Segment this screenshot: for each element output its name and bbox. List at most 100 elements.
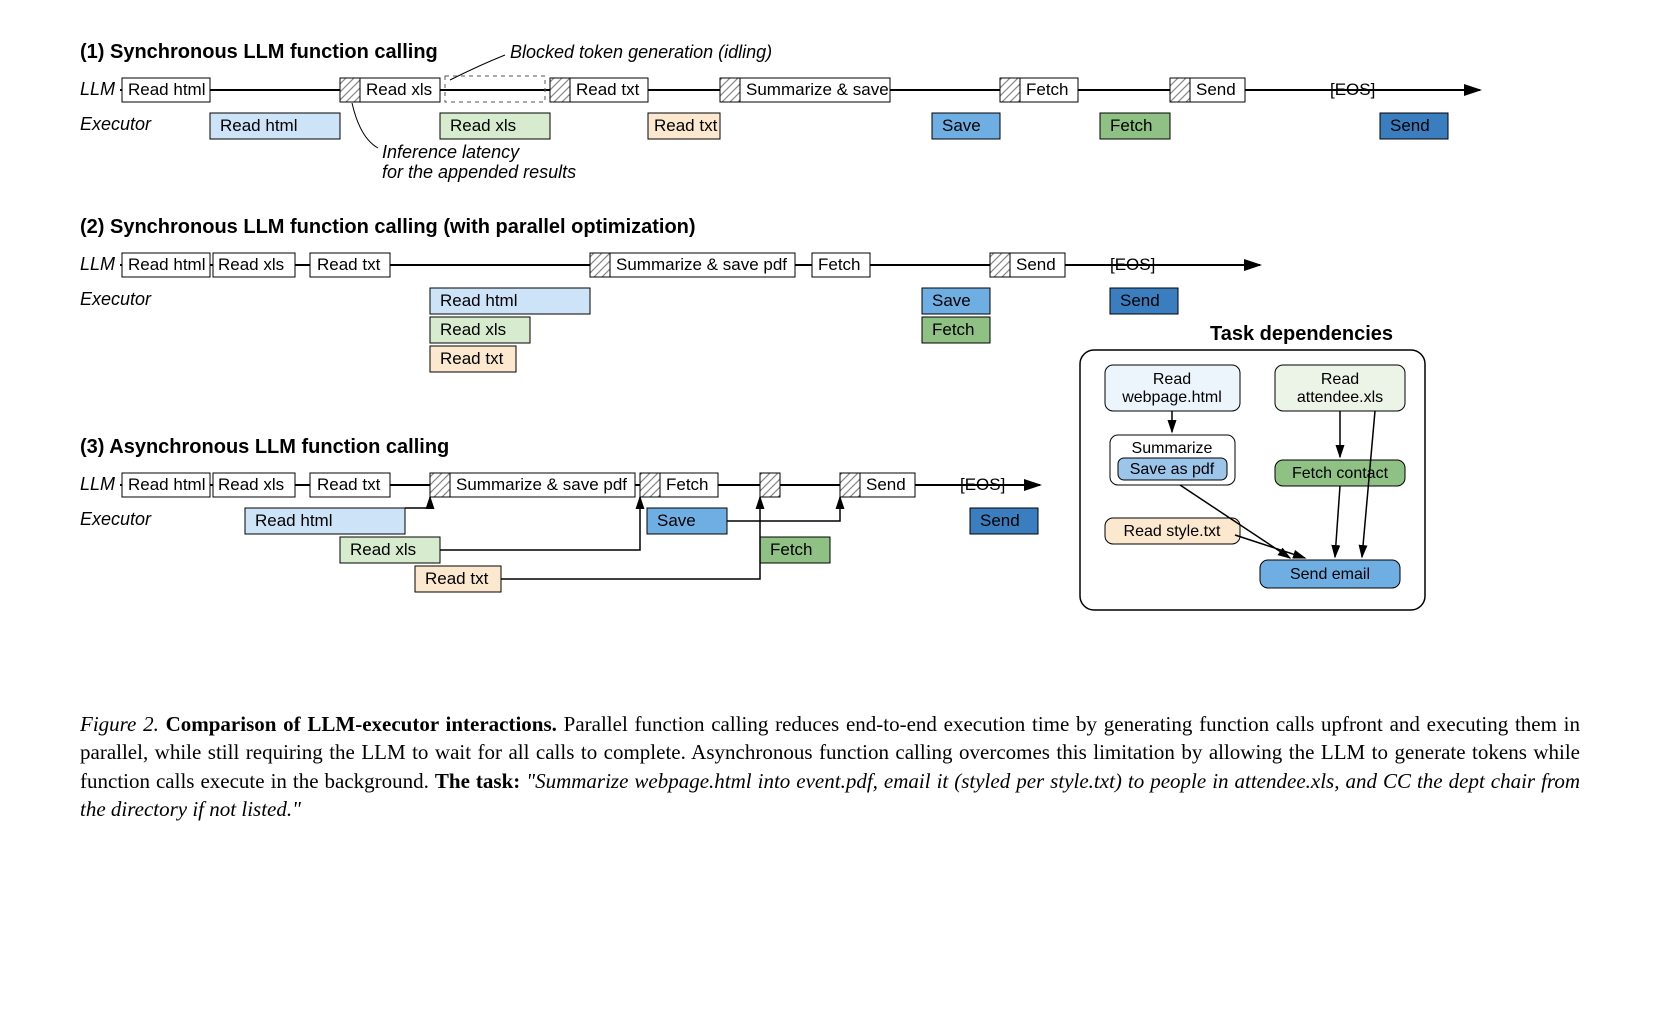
figure-diagram: (1) Synchronous LLM function calling Blo… bbox=[80, 40, 1580, 823]
caption-bold-2: The task: bbox=[435, 769, 520, 793]
svg-text:Summarize & save pdf: Summarize & save pdf bbox=[616, 255, 787, 274]
s3-exec-fetch: Fetch bbox=[760, 537, 830, 563]
s2-exec-save: Save bbox=[922, 288, 990, 314]
s3-llm-label: LLM bbox=[80, 474, 115, 494]
svg-text:Read xls: Read xls bbox=[350, 540, 416, 559]
svg-text:Summarize & save: Summarize & save bbox=[746, 80, 889, 99]
s3-arrow-xls bbox=[440, 497, 640, 550]
s2-exec-send: Send bbox=[1110, 288, 1178, 314]
s2-llm-read-txt: Read txt bbox=[310, 253, 390, 277]
s3-llm-read-html: Read html bbox=[122, 473, 210, 497]
svg-text:Read txt: Read txt bbox=[425, 569, 489, 588]
svg-text:Fetch: Fetch bbox=[666, 475, 709, 494]
svg-text:Read style.txt: Read style.txt bbox=[1124, 523, 1221, 540]
svg-text:Read html: Read html bbox=[440, 291, 517, 310]
svg-text:Send: Send bbox=[1120, 291, 1160, 310]
s3-llm-summarize: Summarize & save pdf bbox=[450, 473, 635, 497]
svg-text:Read: Read bbox=[1321, 371, 1359, 388]
s3-exec-save: Save bbox=[647, 508, 727, 534]
svg-text:Read xls: Read xls bbox=[218, 475, 284, 494]
svg-text:attendee.xls: attendee.xls bbox=[1297, 389, 1383, 406]
svg-text:Save: Save bbox=[657, 511, 696, 530]
svg-text:Read html: Read html bbox=[255, 511, 332, 530]
s1-llm-label: LLM bbox=[80, 79, 115, 99]
s1-llm-read-txt: Read txt bbox=[570, 78, 648, 102]
s1-exec-send: Send bbox=[1380, 113, 1448, 139]
svg-text:Send email: Send email bbox=[1290, 566, 1370, 583]
s1-llm-summarize: Summarize & save bbox=[740, 78, 890, 102]
svg-text:Save as pdf: Save as pdf bbox=[1130, 461, 1215, 478]
svg-text:Fetch: Fetch bbox=[770, 540, 813, 559]
s2-exec-fetch: Fetch bbox=[922, 317, 990, 343]
s3-hatch-2 bbox=[640, 473, 660, 497]
dep-node-summarize: Summarize Save as pdf bbox=[1110, 435, 1235, 485]
svg-text:Send: Send bbox=[866, 475, 906, 494]
s3-hatch-1 bbox=[430, 473, 450, 497]
svg-text:Read xls: Read xls bbox=[366, 80, 432, 99]
s1-llm-fetch: Fetch bbox=[1020, 78, 1078, 102]
s1-llm-read-xls: Read xls bbox=[360, 78, 440, 102]
svg-text:webpage.html: webpage.html bbox=[1121, 389, 1222, 406]
svg-text:Read xls: Read xls bbox=[450, 116, 516, 135]
task-dependencies-panel: Task dependencies Read webpage.html Read… bbox=[1080, 323, 1425, 610]
s3-exec-read-html: Read html bbox=[245, 508, 405, 534]
s1-hatch-5 bbox=[1170, 78, 1190, 102]
anno-latency-1: Inference latency bbox=[382, 142, 520, 162]
svg-text:Read xls: Read xls bbox=[440, 320, 506, 339]
s2-llm-label: LLM bbox=[80, 254, 115, 274]
s2-eos: [EOS] bbox=[1110, 255, 1155, 274]
s1-hatch-1 bbox=[340, 78, 360, 102]
s2-hatch-1 bbox=[590, 253, 610, 277]
svg-text:Read xls: Read xls bbox=[218, 255, 284, 274]
svg-text:Summarize & save pdf: Summarize & save pdf bbox=[456, 475, 627, 494]
svg-text:Read txt: Read txt bbox=[317, 255, 381, 274]
svg-text:Fetch: Fetch bbox=[1026, 80, 1069, 99]
caption-fig: Figure 2. bbox=[80, 712, 159, 736]
s3-llm-send: Send bbox=[860, 473, 915, 497]
s1-hatch-2 bbox=[550, 78, 570, 102]
s3-exec-read-xls: Read xls bbox=[340, 537, 440, 563]
anno-blocked: Blocked token generation (idling) bbox=[510, 42, 772, 62]
anno-latency-2: for the appended results bbox=[382, 162, 576, 182]
s2-hatch-2 bbox=[990, 253, 1010, 277]
svg-text:Fetch: Fetch bbox=[818, 255, 861, 274]
svg-text:Read txt: Read txt bbox=[654, 116, 718, 135]
s2-llm-summarize: Summarize & save pdf bbox=[610, 253, 795, 277]
svg-text:Read html: Read html bbox=[128, 80, 205, 99]
svg-text:Read html: Read html bbox=[220, 116, 297, 135]
s2-llm-read-xls: Read xls bbox=[213, 253, 295, 277]
s3-exec-label: Executor bbox=[80, 509, 152, 529]
s1-exec-read-html: Read html bbox=[210, 113, 340, 139]
s3-eos: [EOS] bbox=[960, 475, 1005, 494]
svg-text:Send: Send bbox=[980, 511, 1020, 530]
s1-exec-read-txt: Read txt bbox=[648, 113, 720, 139]
s2-llm-fetch: Fetch bbox=[812, 253, 870, 277]
s1-hatch-4 bbox=[1000, 78, 1020, 102]
svg-text:Summarize: Summarize bbox=[1132, 440, 1213, 457]
dep-node-read-xls: Read attendee.xls bbox=[1275, 365, 1405, 411]
s2-exec-label: Executor bbox=[80, 289, 152, 309]
s3-arrow-html bbox=[405, 497, 430, 508]
svg-text:Save: Save bbox=[932, 291, 971, 310]
svg-text:Save: Save bbox=[942, 116, 981, 135]
section-2: (2) Synchronous LLM function calling (wi… bbox=[80, 216, 1260, 372]
svg-text:Read txt: Read txt bbox=[576, 80, 640, 99]
svg-text:Read html: Read html bbox=[128, 475, 205, 494]
s2-llm-send: Send bbox=[1010, 253, 1065, 277]
section2-title: (2) Synchronous LLM function calling (wi… bbox=[80, 216, 696, 238]
section1-title: (1) Synchronous LLM function calling bbox=[80, 41, 438, 63]
s1-exec-save: Save bbox=[932, 113, 1000, 139]
s3-llm-read-txt: Read txt bbox=[310, 473, 390, 497]
s1-exec-read-xls: Read xls bbox=[440, 113, 550, 139]
s2-exec-read-xls: Read xls bbox=[430, 317, 530, 343]
s1-exec-label: Executor bbox=[80, 114, 152, 134]
dep-title: Task dependencies bbox=[1210, 323, 1393, 345]
s3-llm-fetch: Fetch bbox=[660, 473, 718, 497]
s2-exec-read-txt: Read txt bbox=[430, 346, 516, 372]
s3-exec-read-txt: Read txt bbox=[415, 566, 501, 592]
s2-exec-read-html: Read html bbox=[430, 288, 590, 314]
svg-text:Fetch: Fetch bbox=[1110, 116, 1153, 135]
s3-exec-send: Send bbox=[970, 508, 1038, 534]
s1-eos: [EOS] bbox=[1330, 80, 1375, 99]
s3-arrow-save bbox=[727, 497, 840, 521]
